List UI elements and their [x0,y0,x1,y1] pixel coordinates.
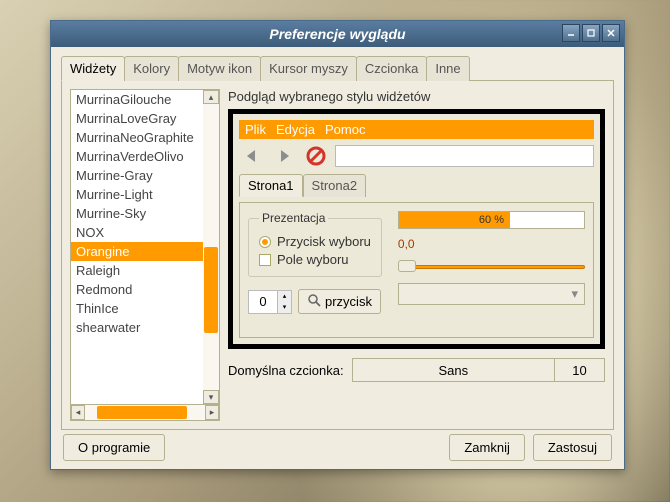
theme-item[interactable]: Orangine [71,242,203,261]
default-font-button[interactable]: Sans 10 [352,358,605,382]
default-font-size: 10 [554,359,604,381]
preview-radio[interactable] [259,236,271,248]
theme-list-scrollbar[interactable]: ▴ ▾ [203,90,219,404]
apply-button[interactable]: Zastosuj [533,434,612,461]
preview-tab-page2[interactable]: Strona2 [303,174,367,197]
theme-item[interactable]: Raleigh [71,261,203,280]
theme-item[interactable]: MurrinaNeoGraphite [71,128,203,147]
preview-tab-page1[interactable]: Strona1 [239,174,303,197]
stop-icon[interactable] [303,145,329,167]
scroll-right-arrow[interactable]: ▸ [205,405,219,420]
preview-progressbar: 60 % [398,211,585,229]
preview-button[interactable]: przycisk [298,289,381,314]
search-icon [307,293,321,310]
back-icon[interactable] [239,145,265,167]
scroll-left-arrow[interactable]: ◂ [71,405,85,420]
preview-scale-value: 0,0 [398,237,585,251]
preview-button-label: przycisk [325,294,372,309]
preview-group-title: Prezentacja [259,211,328,225]
default-font-label: Domyślna czcionka: [228,363,344,378]
preferences-window: Preferencje wyglądu Widżety Kolory Motyw… [50,20,625,470]
theme-list-hscrollbar[interactable]: ◂ ▸ [70,405,220,421]
theme-list[interactable]: MurrinaGiloucheMurrinaLoveGrayMurrinaNeo… [70,89,220,405]
preview-radio-label: Przycisk wyboru [277,234,371,249]
preview-check-label: Pole wyboru [277,252,349,267]
titlebar[interactable]: Preferencje wyglądu [51,21,624,47]
window-title: Preferencje wyglądu [269,26,405,42]
scroll-up-arrow[interactable]: ▴ [203,90,219,104]
preview-menu-file[interactable]: Plik [245,122,266,137]
tab-widgets[interactable]: Widżety [61,56,125,81]
theme-item[interactable]: Murrine-Light [71,185,203,204]
forward-icon[interactable] [271,145,297,167]
theme-item[interactable]: NOX [71,223,203,242]
close-button-footer[interactable]: Zamknij [449,434,525,461]
close-button[interactable] [602,24,620,42]
default-font-name: Sans [353,359,554,381]
preview-url-input[interactable] [335,145,594,167]
preview-combobox[interactable]: ▾ [398,283,585,305]
preview-spinner[interactable]: 0 ▴▾ [248,290,292,314]
theme-item[interactable]: Murrine-Sky [71,204,203,223]
widget-preview: Plik Edycja Pomoc [228,109,605,349]
preview-fieldset: Prezentacja Przycisk wyboru Pole wyboru [248,211,382,277]
tab-icon-theme[interactable]: Motyw ikon [178,56,261,81]
maximize-button[interactable] [582,24,600,42]
theme-item[interactable]: shearwater [71,318,203,337]
preview-checkbox[interactable] [259,254,271,266]
theme-item[interactable]: Redmond [71,280,203,299]
preview-menu-edit[interactable]: Edycja [276,122,315,137]
tab-colors[interactable]: Kolory [124,56,179,81]
scroll-down-arrow[interactable]: ▾ [203,390,219,404]
theme-item[interactable]: Murrine-Gray [71,166,203,185]
tab-font[interactable]: Czcionka [356,56,427,81]
chevron-down-icon: ▾ [571,286,578,302]
preview-spinner-value: 0 [249,291,277,313]
theme-item[interactable]: MurrinaVerdeOlivo [71,147,203,166]
tab-cursor[interactable]: Kursor myszy [260,56,357,81]
theme-item[interactable]: MurrinaLoveGray [71,109,203,128]
tab-other[interactable]: Inne [426,56,469,81]
preview-slider[interactable] [398,259,585,275]
preview-label: Podgląd wybranego stylu widżetów [228,89,605,104]
theme-item[interactable]: MurrinaGilouche [71,90,203,109]
about-button[interactable]: O programie [63,434,165,461]
preview-menu-help[interactable]: Pomoc [325,122,365,137]
theme-item[interactable]: ThinIce [71,299,203,318]
minimize-button[interactable] [562,24,580,42]
preview-progress-text: 60 % [399,212,584,228]
